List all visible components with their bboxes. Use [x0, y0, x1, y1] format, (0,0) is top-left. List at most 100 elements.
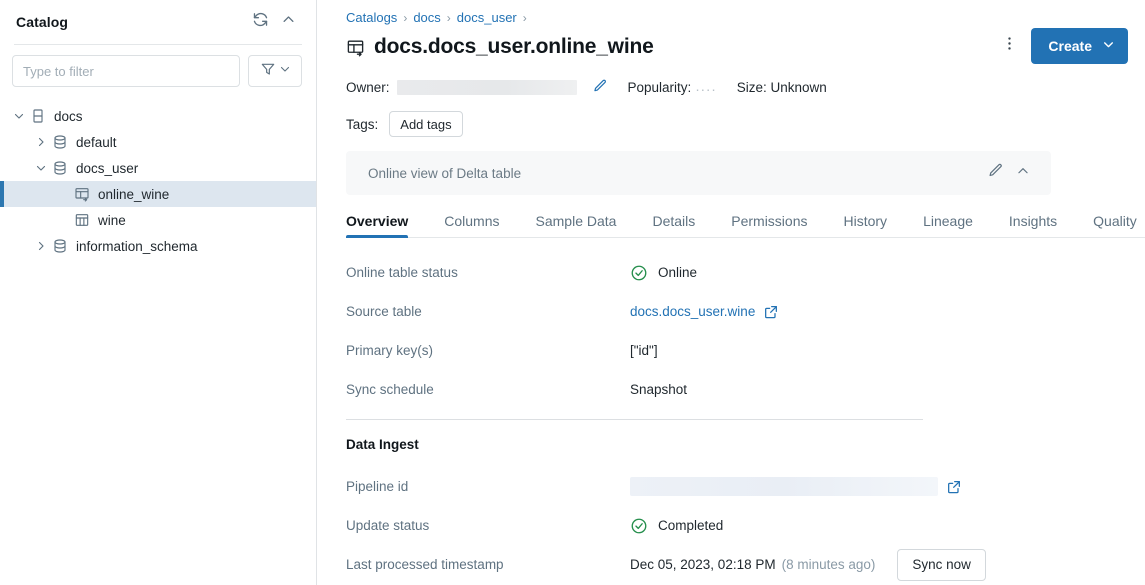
breadcrumb-separator: ›: [447, 11, 451, 25]
edit-description-button[interactable]: [981, 159, 1009, 187]
pipeline-id-redacted: [630, 477, 938, 496]
collapse-sidebar-button[interactable]: [274, 8, 302, 36]
tree-item-label: docs: [54, 109, 83, 124]
row-pipeline-id: Pipeline id: [346, 467, 1145, 506]
tab-lineage[interactable]: Lineage: [923, 213, 973, 237]
filter-input[interactable]: [12, 55, 240, 87]
owner-value-redacted: [397, 80, 577, 95]
tab-insights[interactable]: Insights: [1009, 213, 1057, 237]
pencil-icon: [592, 78, 608, 97]
update-status-text: Completed: [658, 518, 723, 533]
refresh-button[interactable]: [246, 8, 274, 36]
row-primary-key-s: Primary key(s)["id"]: [346, 331, 1145, 370]
tree-item-label: online_wine: [98, 187, 169, 202]
schema-icon: [50, 160, 70, 176]
tree-item-wine[interactable]: wine: [0, 207, 316, 233]
breadcrumb-item-docs_user[interactable]: docs_user: [457, 10, 517, 25]
update-status-value: Completed: [630, 517, 723, 535]
detail-value: ["id"]: [630, 343, 658, 358]
tree-item-default[interactable]: default: [0, 129, 316, 155]
row-update-status: Update status Completed: [346, 506, 1145, 545]
last-processed-value: Dec 05, 2023, 02:18 PM (8 minutes ago) S…: [630, 549, 986, 581]
add-tags-button[interactable]: Add tags: [389, 111, 462, 137]
chevron-down-icon[interactable]: [32, 162, 50, 174]
main-content: Catalogs › docs › docs_user › docs.docs_user.…: [317, 0, 1145, 585]
tab-details[interactable]: Details: [652, 213, 695, 237]
breadcrumb-separator: ›: [523, 11, 527, 25]
more-vertical-icon: [1001, 35, 1018, 57]
detail-text: Snapshot: [630, 382, 687, 397]
row-sync-schedule: Sync scheduleSnapshot: [346, 370, 1145, 409]
detail-value: Snapshot: [630, 382, 687, 397]
tree-item-label: wine: [98, 213, 126, 228]
breadcrumb: Catalogs › docs › docs_user ›: [346, 0, 1145, 26]
check-circle-icon: [630, 517, 648, 535]
chevron-down-icon[interactable]: [10, 110, 28, 122]
last-processed-timestamp: Dec 05, 2023, 02:18 PM: [630, 557, 776, 572]
chevron-right-icon[interactable]: [32, 240, 50, 252]
external-link-icon[interactable]: [763, 304, 779, 320]
tree-item-online_wine[interactable]: online_wine: [0, 181, 316, 207]
online-table-icon: [72, 186, 92, 202]
update-status-label: Update status: [346, 518, 630, 533]
detail-label: Online table status: [346, 265, 630, 280]
schema-icon: [50, 134, 70, 150]
breadcrumb-item-docs[interactable]: docs: [413, 10, 440, 25]
check-circle-icon: [630, 264, 648, 282]
chevron-right-icon[interactable]: [32, 136, 50, 148]
data-ingest-heading: Data Ingest: [346, 437, 1145, 452]
catalog-tree: docs defaultdocs_user online_winewine infor…: [0, 97, 316, 585]
tree-item-docs[interactable]: docs: [0, 103, 316, 129]
tags-row: Tags: Add tags: [346, 111, 1145, 137]
tab-sample-data[interactable]: Sample Data: [536, 213, 617, 237]
create-button[interactable]: Create: [1031, 28, 1128, 64]
row-online-table-status: Online table statusOnline: [346, 253, 1145, 292]
page-actions: Create: [995, 28, 1128, 64]
section-divider: [346, 419, 923, 420]
description-text: Online view of Delta table: [368, 166, 981, 181]
last-processed-relative: (8 minutes ago): [782, 557, 876, 572]
size-label: Size: Unknown: [737, 80, 827, 95]
owner-label: Owner:: [346, 80, 390, 95]
chevron-down-icon: [1102, 38, 1115, 54]
tab-bar: Overview Columns Sample Data Details Permiss…: [346, 207, 1145, 238]
schema-icon: [50, 238, 70, 254]
tab-history[interactable]: History: [844, 213, 888, 237]
tags-label: Tags:: [346, 117, 378, 132]
sidebar-title: Catalog: [16, 14, 246, 30]
app-root: Catalog: [0, 0, 1145, 585]
data-ingest-details: Pipeline id Update status: [346, 467, 1145, 584]
detail-label: Primary key(s): [346, 343, 630, 358]
tree-item-information_schema[interactable]: information_schema: [0, 233, 316, 259]
overview-details: Online table statusOnline Source tabledoc…: [346, 253, 1145, 409]
breadcrumb-separator: ›: [403, 11, 407, 25]
sync-now-button[interactable]: Sync now: [897, 549, 986, 581]
tab-overview[interactable]: Overview: [346, 213, 408, 237]
online-table-icon: [346, 38, 365, 57]
detail-text: ["id"]: [630, 343, 658, 358]
pencil-icon: [987, 162, 1004, 184]
row-last-processed: Last processed timestamp Dec 05, 2023, 0…: [346, 545, 1145, 584]
table-icon: [72, 212, 92, 228]
tree-item-label: information_schema: [76, 239, 198, 254]
detail-label: Source table: [346, 304, 630, 319]
create-button-label: Create: [1048, 38, 1092, 54]
catalog-sidebar: Catalog: [0, 0, 317, 585]
page-title: docs.docs_user.online_wine: [374, 35, 654, 59]
external-link-icon[interactable]: [946, 479, 962, 495]
chevron-down-icon: [279, 62, 291, 80]
tab-columns[interactable]: Columns: [444, 213, 499, 237]
edit-owner-button[interactable]: [592, 78, 608, 97]
tab-quality[interactable]: Quality: [1093, 213, 1137, 237]
chevron-up-icon: [281, 12, 296, 32]
pipeline-id-value: [630, 477, 962, 496]
tree-item-docs_user[interactable]: docs_user: [0, 155, 316, 181]
collapse-description-button[interactable]: [1009, 159, 1037, 187]
catalog-icon: [28, 108, 48, 124]
sidebar-header: Catalog: [0, 0, 316, 44]
breadcrumb-item-Catalogs[interactable]: Catalogs: [346, 10, 397, 25]
tab-permissions[interactable]: Permissions: [731, 213, 807, 237]
source-table-link[interactable]: docs.docs_user.wine: [630, 304, 755, 319]
more-options-button[interactable]: [995, 32, 1023, 60]
filter-options-button[interactable]: [248, 55, 302, 87]
